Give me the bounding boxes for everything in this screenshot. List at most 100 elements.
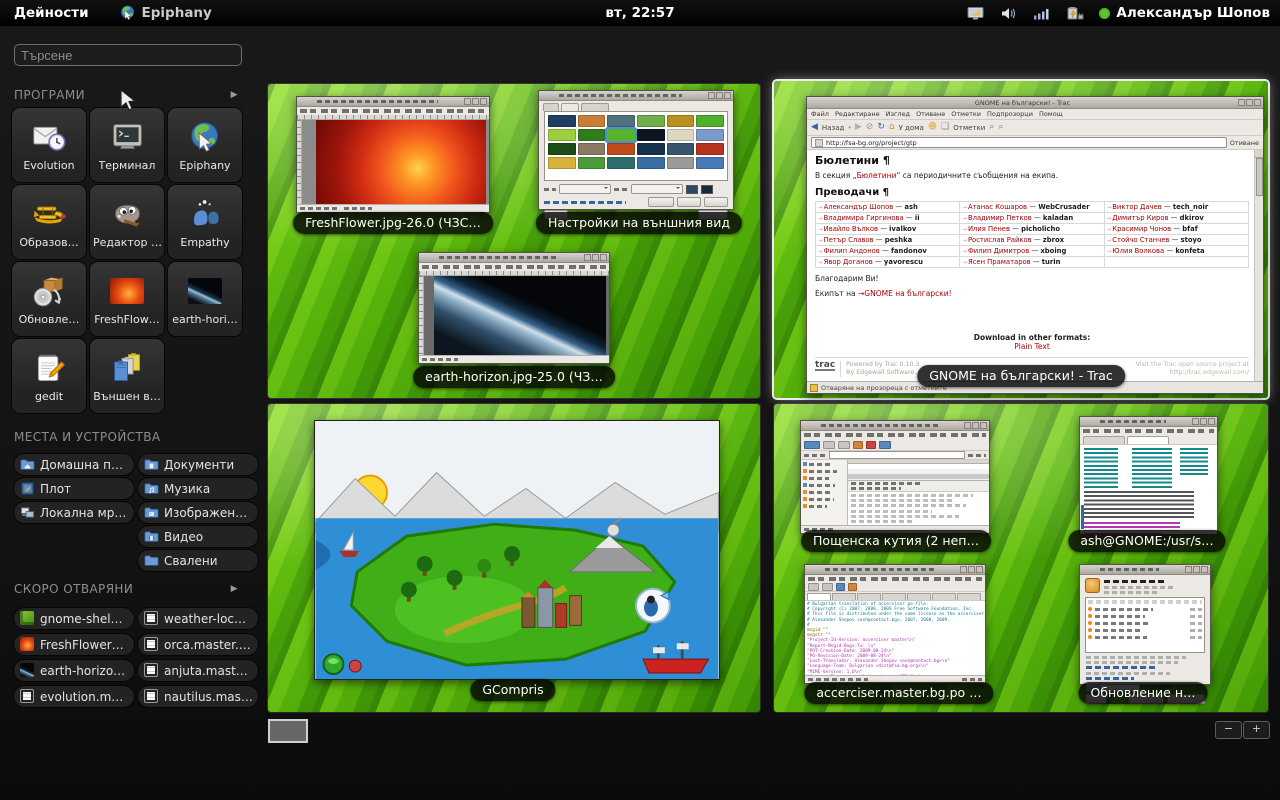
colors-dropdown[interactable]: [631, 184, 683, 194]
editor-tab[interactable]: [832, 593, 856, 600]
add-button[interactable]: [704, 197, 728, 207]
go-button[interactable]: Отиване: [1230, 139, 1259, 147]
get-more-button[interactable]: [648, 197, 674, 207]
bookmarks-label[interactable]: Отметки: [953, 124, 985, 132]
display-icon[interactable]: [967, 6, 985, 21]
place-item[interactable]: Плот: [14, 478, 134, 499]
clock[interactable]: вт, 22:57: [605, 5, 674, 21]
window-terminal[interactable]: [1079, 416, 1218, 535]
recent-item[interactable]: FreshFlower…: [14, 634, 134, 655]
recent-item[interactable]: orca.master.…: [138, 634, 258, 655]
terminal-tab[interactable]: [1083, 436, 1125, 444]
home-label[interactable]: У дома: [899, 124, 924, 132]
bulletins-link[interactable]: Бюлетини: [857, 171, 897, 180]
back-label[interactable]: Назад: [822, 124, 844, 132]
place-item[interactable]: Музика: [138, 478, 258, 499]
stop-icon[interactable]: ⊘: [866, 123, 874, 132]
translator-cell: →Филип Димитров — xboing: [960, 246, 1104, 257]
trac-logo[interactable]: trac: [815, 361, 835, 371]
app-tile[interactable]: Epiphany: [168, 108, 242, 182]
expand-arrow-icon[interactable]: ▶: [231, 584, 238, 594]
menu-tabs[interactable]: Подпрозорци: [987, 110, 1033, 118]
window-gimp-earth-horizon[interactable]: [418, 252, 610, 364]
place-item[interactable]: Изображен…: [138, 502, 258, 523]
app-tile[interactable]: earth-hori…: [168, 262, 242, 336]
app-tile[interactable]: gedit: [12, 339, 86, 413]
scrollbar[interactable]: [1254, 150, 1263, 381]
smiley-icon[interactable]: ☻: [928, 123, 937, 132]
recent-item[interactable]: evolution.m…: [14, 686, 134, 707]
app-grid: EvolutionТерминалEpiphany Образов…Редакто…: [12, 108, 244, 413]
recent-item[interactable]: weather-loc…: [138, 608, 258, 629]
editor-tab[interactable]: [882, 593, 906, 600]
editor-tab[interactable]: [857, 593, 881, 600]
terminal-tab-active[interactable]: [1127, 436, 1169, 444]
documents-folder-icon: [144, 457, 159, 472]
volume-icon[interactable]: [1000, 6, 1018, 21]
home-icon[interactable]: ⌂: [889, 123, 895, 132]
place-item[interactable]: Домашна п…: [14, 454, 134, 475]
remove-button[interactable]: [677, 197, 701, 207]
app-tile[interactable]: FreshFlow…: [90, 262, 164, 336]
remove-workspace-button[interactable]: −: [1215, 721, 1242, 739]
app-tile[interactable]: Редактор …: [90, 185, 164, 259]
editor-tab[interactable]: [907, 593, 931, 600]
add-workspace-button[interactable]: +: [1243, 721, 1270, 739]
team-link[interactable]: →GNOME на български!: [858, 289, 952, 298]
toolbar: [801, 439, 989, 451]
app-tile[interactable]: Външен в…: [90, 339, 164, 413]
battery-icon[interactable]: [1066, 6, 1084, 21]
forward-icon[interactable]: ▶: [855, 123, 862, 132]
menu-help[interactable]: Помощ: [1039, 110, 1063, 118]
menu-bookmarks[interactable]: Отметки: [951, 110, 981, 118]
editor-tab[interactable]: [957, 593, 981, 600]
place-item[interactable]: Документи: [138, 454, 258, 475]
home-folder-icon: [20, 457, 35, 472]
color-swatch[interactable]: [686, 185, 698, 194]
translators-heading: Преводачи ¶: [815, 187, 1249, 198]
window-gedit-po-file[interactable]: # Bulgarian translation of accerciser po…: [804, 564, 986, 684]
app-tile[interactable]: Образов…: [12, 185, 86, 259]
activities-button[interactable]: Дейности: [0, 5, 103, 21]
color-swatch[interactable]: [701, 185, 713, 194]
place-item[interactable]: Свалени: [138, 550, 258, 571]
window-gcompris[interactable]: [314, 420, 720, 680]
search-input[interactable]: [14, 44, 242, 66]
back-icon[interactable]: ◀: [811, 123, 818, 132]
window-appearance-preferences[interactable]: [538, 90, 734, 210]
app-tile[interactable]: Терминал: [90, 108, 164, 182]
reload-icon[interactable]: ↻: [877, 123, 885, 132]
app-tile[interactable]: Empathy: [168, 185, 242, 259]
editor-tab[interactable]: [932, 593, 956, 600]
place-item[interactable]: Видео: [138, 526, 258, 547]
menu-view[interactable]: Изглед: [886, 110, 910, 118]
url-bar[interactable]: http://fsa-bg.org/project/gtp: [811, 137, 1227, 148]
app-tile[interactable]: Evolution: [12, 108, 86, 182]
recent-item[interactable]: gnome-shel…: [14, 608, 134, 629]
menubar: [300, 109, 486, 113]
recent-item[interactable]: nautilus.mas…: [138, 686, 258, 707]
network-signal-icon[interactable]: [1033, 6, 1051, 21]
back-dropdown-icon[interactable]: ▾: [848, 125, 851, 131]
style-dropdown[interactable]: [559, 184, 611, 194]
window-gimp-freshflower[interactable]: [296, 96, 490, 213]
menu-file[interactable]: Файл: [811, 110, 829, 118]
place-item[interactable]: Локална мр…: [14, 502, 134, 523]
workspace-indicator[interactable]: [268, 719, 308, 743]
menu-go[interactable]: Отиване: [916, 110, 945, 118]
window-epiphany-trac[interactable]: GNOME на български! - Trac Файл Редактир…: [806, 96, 1264, 394]
zoom-in-icon[interactable]: ⌕: [989, 123, 994, 132]
window-software-update[interactable]: [1079, 564, 1211, 685]
app-tile[interactable]: Обновле…: [12, 262, 86, 336]
recent-item[interactable]: anjuta.mast…: [138, 660, 258, 681]
zoom-out-icon[interactable]: ⌕: [998, 123, 1003, 132]
user-menu[interactable]: Александър Шопов: [1099, 5, 1270, 21]
expand-arrow-icon[interactable]: ▶: [231, 90, 238, 100]
plain-text-link[interactable]: Plain Text: [1014, 342, 1050, 351]
menu-edit[interactable]: Редактиране: [835, 110, 880, 118]
bookmarks-icon[interactable]: ❏: [941, 123, 949, 132]
editor-tab-active[interactable]: [807, 593, 831, 600]
window-evolution-mail[interactable]: [800, 420, 990, 534]
app-menu[interactable]: Epiphany: [119, 4, 212, 22]
recent-item[interactable]: earth-horizo…: [14, 660, 134, 681]
